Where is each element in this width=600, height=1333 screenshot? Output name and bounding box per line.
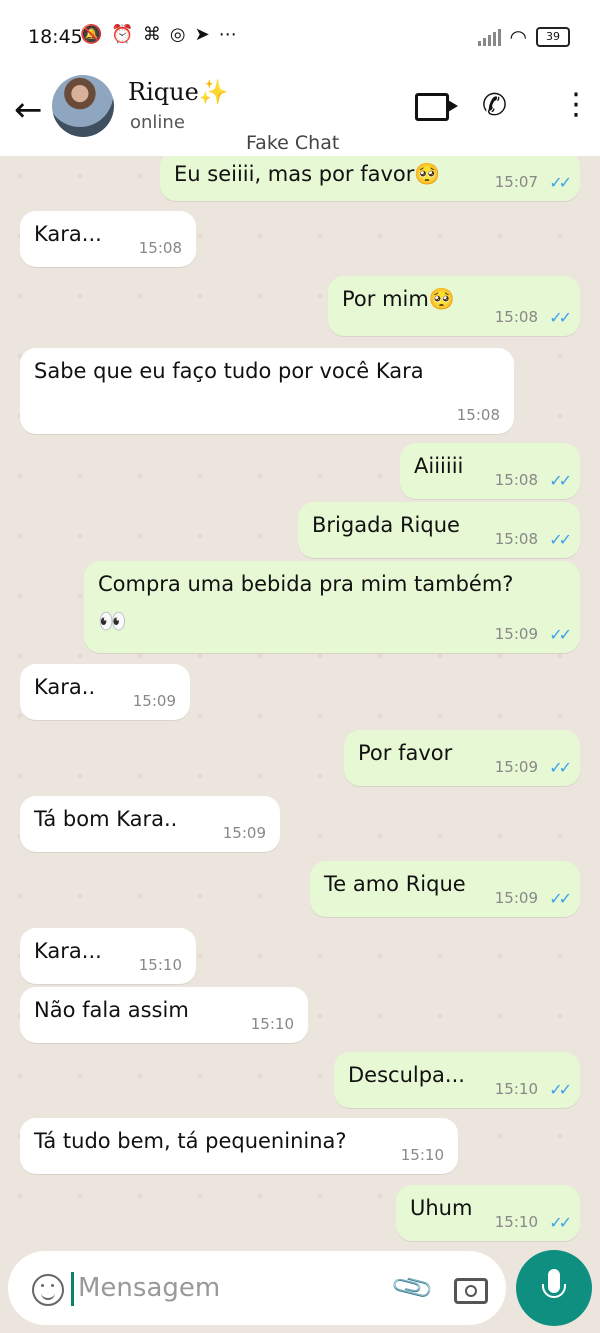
read-ticks-icon: ✓✓ [549, 530, 572, 549]
video-call-icon[interactable] [415, 93, 458, 121]
more-vertical-icon[interactable]: ⋮ [561, 90, 591, 120]
message-time: 15:09 [222, 824, 266, 842]
message-time: 15:10 [138, 956, 182, 974]
message-time: 15:09 [494, 889, 538, 907]
app-icon: ⌘ [142, 24, 161, 45]
instagram-icon: ◎ [169, 24, 186, 45]
alarm-icon: ⏰ [111, 24, 134, 45]
emoji-icon[interactable] [32, 1274, 64, 1306]
message-incoming: Tá bom Kara.. 15:09 [20, 796, 280, 852]
microphone-icon [542, 1269, 566, 1298]
message-text: Brigada Rique [312, 513, 460, 537]
message-text: Desculpa... [348, 1063, 465, 1087]
read-ticks-icon: ✓✓ [549, 1213, 572, 1232]
message-incoming: Kara.. 15:09 [20, 664, 190, 720]
message-input[interactable]: Mensagem 📎 [8, 1251, 506, 1325]
eyes-emoji: 👀 [98, 609, 127, 635]
message-time: 15:09 [132, 692, 176, 710]
message-text: Não fala assim [34, 998, 189, 1022]
read-ticks-icon: ✓✓ [549, 625, 572, 644]
message-text: Te amo Rique [324, 872, 466, 896]
wifi-icon: ◜◝ [510, 25, 527, 49]
paperclip-icon[interactable]: 📎 [389, 1264, 436, 1311]
signal-icon [477, 28, 501, 46]
message-incoming: Tá tudo bem, tá pequeninina? 15:10 [20, 1118, 458, 1174]
status-notification-icons: 🔕 ⏰ ⌘ ◎ ➤ ⋯ [80, 24, 237, 45]
read-ticks-icon: ✓✓ [549, 173, 572, 192]
avatar[interactable] [52, 75, 114, 137]
status-system-icons: ◜◝ 39 [477, 25, 570, 49]
muted-bell-icon: 🔕 [80, 24, 103, 45]
read-ticks-icon: ✓✓ [549, 758, 572, 777]
message-time: 15:08 [494, 471, 538, 489]
message-incoming: Kara... 15:10 [20, 928, 196, 984]
message-text: Tá bom Kara.. [34, 807, 178, 831]
message-time: 15:08 [138, 239, 182, 257]
message-outgoing: Te amo Rique 15:09 ✓✓ [310, 861, 580, 917]
message-incoming: Kara... 15:08 [20, 211, 196, 267]
read-ticks-icon: ✓✓ [549, 889, 572, 908]
message-time: 15:07 [494, 173, 538, 191]
contact-status: online [130, 112, 185, 133]
more-notifications-icon: ⋯ [218, 24, 237, 45]
message-text: Aiiiiii [414, 454, 464, 478]
message-list[interactable]: Eu seiiii, mas por favor🥺 15:07 ✓✓ Kara.… [0, 156, 600, 1244]
arrow-left-icon[interactable]: ← [14, 90, 43, 130]
message-outgoing: Por mim🥺 15:08 ✓✓ [328, 276, 580, 336]
text-cursor [71, 1272, 74, 1306]
telegram-icon: ➤ [194, 24, 210, 45]
read-ticks-icon: ✓✓ [549, 308, 572, 327]
message-text: Por favor [358, 741, 453, 765]
message-outgoing: Uhum 15:10 ✓✓ [396, 1185, 580, 1241]
message-time: 15:10 [400, 1146, 444, 1164]
message-outgoing: Compra uma bebida pra mim também? 👀 15:0… [84, 561, 580, 653]
microphone-button[interactable] [516, 1250, 592, 1326]
message-incoming: Sabe que eu faço tudo por você Kara 15:0… [20, 348, 514, 434]
message-time: 15:08 [494, 530, 538, 548]
message-text: Kara... [34, 939, 102, 963]
message-text: Sabe que eu faço tudo por você Kara [34, 359, 424, 383]
message-time: 15:10 [494, 1080, 538, 1098]
message-text: Por mim🥺 [342, 287, 455, 311]
message-text: Eu seiiii, mas por favor🥺 [174, 162, 441, 186]
message-incoming: Não fala assim 15:10 [20, 987, 308, 1043]
status-time: 18:45 [28, 26, 83, 48]
fake-chat-watermark: Fake Chat [246, 132, 340, 154]
message-text: Kara... [34, 222, 102, 246]
message-time: 15:09 [494, 625, 538, 643]
message-time: 15:10 [494, 1213, 538, 1231]
message-text: Uhum [410, 1196, 473, 1220]
message-time: 15:09 [494, 758, 538, 776]
message-placeholder: Mensagem [78, 1273, 221, 1303]
camera-icon[interactable] [454, 1278, 488, 1304]
message-time: 15:08 [494, 308, 538, 326]
chat-header: ← Rique✨ online Fake Chat ✆ ⋮ [0, 70, 600, 156]
message-outgoing: Desculpa... 15:10 ✓✓ [334, 1052, 580, 1108]
read-ticks-icon: ✓✓ [549, 471, 572, 490]
message-outgoing: Aiiiiii 15:08 ✓✓ [400, 443, 580, 499]
message-outgoing: Por favor 15:09 ✓✓ [344, 730, 580, 786]
message-text: Kara.. [34, 675, 96, 699]
message-outgoing: Eu seiiii, mas por favor🥺 15:07 ✓✓ [160, 156, 580, 201]
message-time: 15:10 [250, 1015, 294, 1033]
message-outgoing: Brigada Rique 15:08 ✓✓ [298, 502, 580, 558]
composer-bar: Mensagem 📎 [0, 1246, 600, 1333]
phone-icon[interactable]: ✆ [482, 88, 507, 123]
read-ticks-icon: ✓✓ [549, 1080, 572, 1099]
status-bar: 18:45 🔕 ⏰ ⌘ ◎ ➤ ⋯ ◜◝ 39 [0, 0, 600, 70]
message-text: Tá tudo bem, tá pequeninina? [34, 1129, 347, 1153]
contact-name[interactable]: Rique✨ [128, 78, 229, 106]
battery-icon: 39 [536, 27, 570, 47]
message-text: Compra uma bebida pra mim também? [98, 572, 514, 596]
message-time: 15:08 [456, 406, 500, 424]
